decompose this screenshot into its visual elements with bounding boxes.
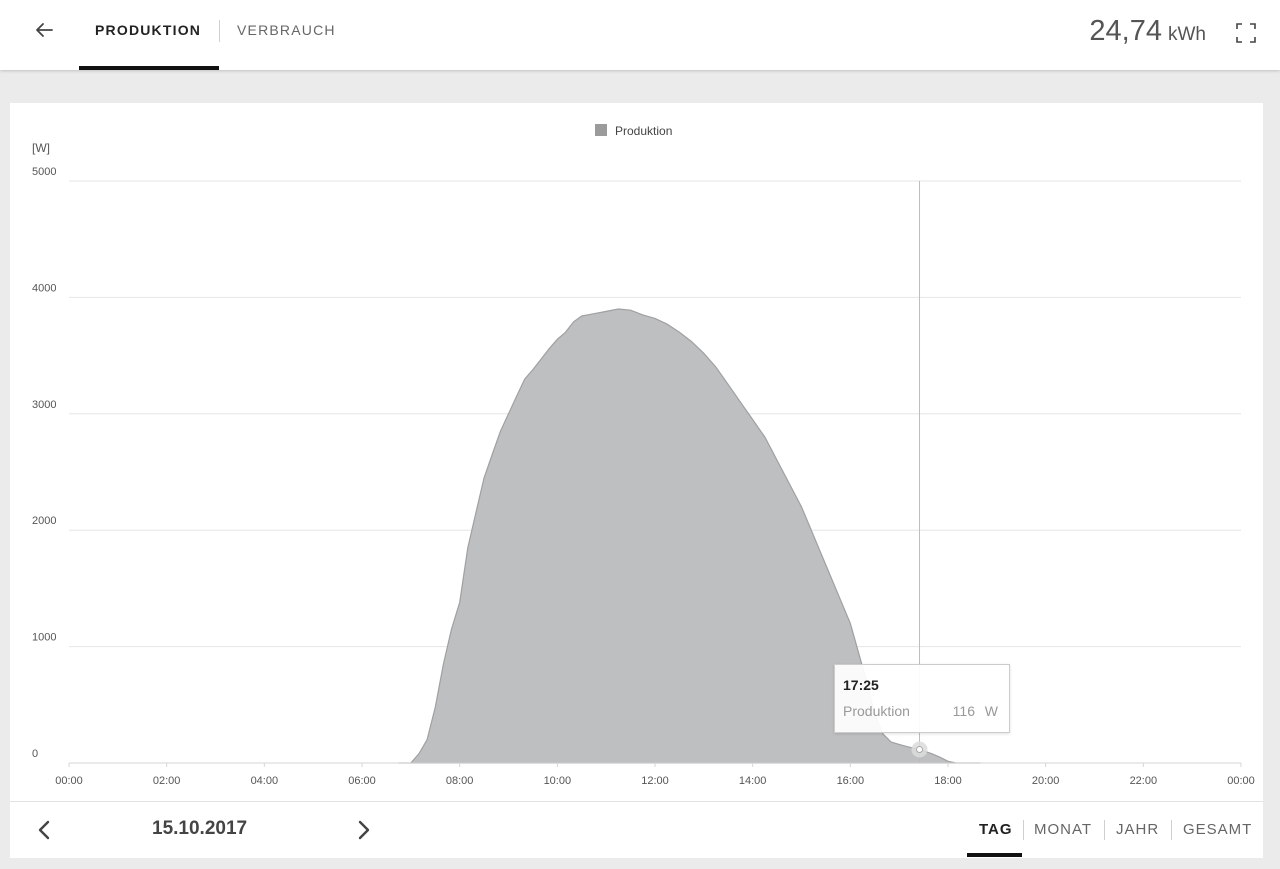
tooltip-series: Produktion (843, 703, 910, 719)
period-jahr[interactable]: JAHR (1116, 821, 1159, 838)
tooltip-value: 116 (952, 703, 975, 719)
x-tick-label: 08:00 (446, 775, 474, 787)
chart-legend[interactable]: Produktion (595, 124, 672, 138)
active-period-indicator (967, 853, 1022, 857)
period-monat[interactable]: MONAT (1034, 821, 1092, 838)
total-energy: 24,74 kWh (1089, 15, 1206, 48)
x-tick-label: 18:00 (934, 775, 962, 787)
x-tick-label: 12:00 (641, 775, 669, 787)
period-divider (1171, 820, 1172, 840)
active-tab-indicator (79, 66, 219, 70)
x-tick-label: 00:00 (1227, 775, 1255, 787)
x-tick-label: 14:00 (739, 775, 767, 787)
y-tick-label: 5000 (32, 166, 56, 178)
current-date[interactable]: 15.10.2017 (152, 818, 247, 840)
legend-label: Produktion (615, 124, 673, 138)
period-divider (1104, 820, 1105, 840)
y-tick-label: 3000 (32, 399, 56, 411)
x-tick-label: 16:00 (837, 775, 865, 787)
y-axis-unit: [W] (32, 141, 50, 155)
x-tick-label: 10:00 (544, 775, 572, 787)
period-gesamt[interactable]: GESAMT (1183, 821, 1252, 838)
x-tick-label: 04:00 (251, 775, 279, 787)
arrow-left-icon[interactable] (30, 16, 58, 44)
top-bar: PRODUKTION VERBRAUCH 24,74 kWh (0, 0, 1280, 70)
total-energy-value: 24,74 (1089, 15, 1162, 47)
x-tick-label: 20:00 (1032, 775, 1060, 787)
y-tick-label: 2000 (32, 515, 56, 527)
period-tag[interactable]: TAG (979, 821, 1013, 838)
chevron-right-icon[interactable] (356, 819, 372, 841)
x-tick-label: 00:00 (55, 775, 83, 787)
hover-marker (916, 745, 924, 753)
y-tick-label: 1000 (32, 632, 56, 644)
x-tick-label: 22:00 (1130, 775, 1158, 787)
tab-produktion[interactable]: PRODUKTION (95, 22, 201, 38)
total-energy-unit: kWh (1168, 24, 1206, 45)
production-chart: 5000 4000 3000 2000 1000 0 00:00 02:00 04:00 06:0… (32, 166, 1255, 787)
y-tick-label: 4000 (32, 282, 56, 294)
x-tick-label: 02:00 (153, 775, 181, 787)
chart-card: 5000 4000 3000 2000 1000 0 00:00 02:00 04:00 06:0… (10, 103, 1263, 857)
y-tick-label: 0 (32, 748, 38, 760)
legend-swatch (595, 124, 607, 136)
period-divider (1023, 820, 1024, 840)
tab-verbrauch[interactable]: VERBRAUCH (237, 22, 336, 38)
tooltip-unit: W (984, 703, 998, 719)
tooltip-time: 17:25 (843, 677, 879, 693)
fullscreen-icon[interactable] (1235, 22, 1257, 44)
chevron-left-icon[interactable] (36, 819, 52, 841)
chart-tooltip: 17:25 Produktion 116 W (834, 664, 1010, 733)
tab-divider (219, 20, 220, 42)
footer-bar: 15.10.2017 TAG MONAT JAHR GESAMT (10, 801, 1263, 858)
x-tick-label: 06:00 (348, 775, 376, 787)
